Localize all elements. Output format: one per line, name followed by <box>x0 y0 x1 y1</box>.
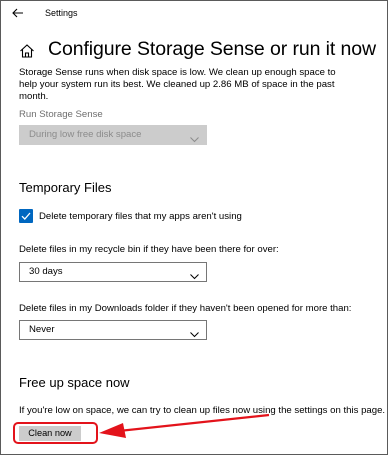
chevron-down-icon <box>190 132 199 143</box>
free-up-space-description: If you're low on space, we can try to cl… <box>19 405 386 416</box>
chevron-down-icon <box>190 327 199 338</box>
downloads-value: Never <box>29 324 55 335</box>
recycle-bin-dropdown[interactable]: 30 days <box>19 262 207 282</box>
recycle-bin-value: 30 days <box>29 266 63 277</box>
back-arrow-icon[interactable] <box>11 6 25 20</box>
page-title: Configure Storage Sense or run it now <box>48 38 376 60</box>
settings-window: Settings Configure Storage Sense or run … <box>0 0 388 455</box>
annotation-arrow <box>99 413 270 438</box>
delete-temp-files-label[interactable]: Delete temporary files that my apps aren… <box>39 211 242 222</box>
clean-now-button[interactable]: Clean now <box>19 426 81 441</box>
window-title: Settings <box>45 8 78 18</box>
run-storage-sense-dropdown[interactable]: During low free disk space <box>19 125 207 145</box>
free-up-space-heading: Free up space now <box>19 375 130 390</box>
downloads-label: Delete files in my Downloads folder if t… <box>19 303 352 314</box>
page-description: Storage Sense runs when disk space is lo… <box>19 67 336 102</box>
checkmark-icon <box>21 212 31 220</box>
home-icon[interactable] <box>19 43 35 59</box>
downloads-dropdown[interactable]: Never <box>19 320 207 340</box>
recycle-bin-label: Delete files in my recycle bin if they h… <box>19 244 279 255</box>
delete-temp-files-checkbox[interactable] <box>19 209 33 223</box>
run-storage-sense-value: During low free disk space <box>29 129 142 140</box>
run-storage-sense-label: Run Storage Sense <box>19 109 103 120</box>
title-bar: Settings <box>1 1 387 27</box>
chevron-down-icon <box>190 269 199 280</box>
temporary-files-heading: Temporary Files <box>19 180 112 195</box>
